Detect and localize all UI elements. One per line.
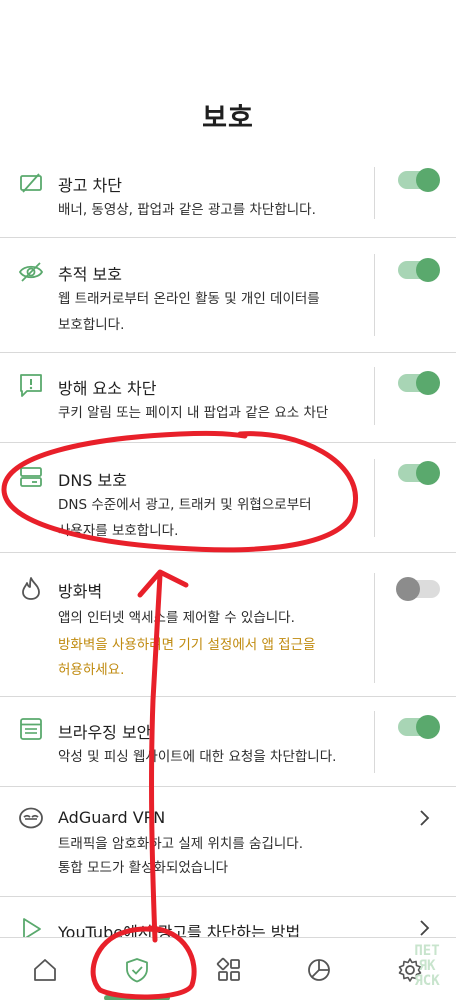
browsing-toggle[interactable] xyxy=(398,715,440,739)
firewall-title: 방화벽 xyxy=(58,582,103,601)
watermark-line1: ПЕТ xyxy=(414,943,440,959)
flame-icon xyxy=(18,575,44,601)
tracking-title: 추적 보호 xyxy=(58,265,122,284)
firewall-desc: 앱의 인터넷 액세스를 제어할 수 있습니다. xyxy=(58,610,295,626)
watermark-line3: ЯСК xyxy=(414,973,440,989)
annoyance-title: 방해 요소 차단 xyxy=(58,379,157,398)
divider xyxy=(374,711,375,773)
vpn-mask-icon xyxy=(18,805,44,831)
home-icon[interactable] xyxy=(31,956,59,984)
chevron-right-icon xyxy=(414,918,434,938)
dns-desc-line2: 사용자를 보호합니다. xyxy=(58,523,179,539)
ad-block-icon xyxy=(18,170,44,196)
firewall-warning-line2[interactable]: 허용하세요. xyxy=(58,657,124,683)
divider xyxy=(374,459,375,537)
watermark-logo: ПЕТ ЯК ЯСК xyxy=(400,944,454,998)
row-adguard-vpn[interactable]: AdGuard VPN 트래픽을 암호화하고 실제 위치를 숨깁니다. 통합 모… xyxy=(0,787,456,897)
watermark-line2: ЯК xyxy=(418,958,436,974)
chevron-right-icon xyxy=(414,808,434,828)
row-tracking[interactable]: 추적 보호 웹 트래커로부터 온라인 활동 및 개인 데이터를 보호합니다. xyxy=(0,238,456,353)
firewall-warning-line1[interactable]: 방화벽을 사용하려면 기기 설정에서 앱 접근을 xyxy=(58,632,315,658)
row-dns[interactable]: DNS 보호 DNS 수준에서 광고, 트래커 및 위협으로부터 사용자를 보호… xyxy=(0,443,456,553)
ad-block-title: 광고 차단 xyxy=(58,176,122,195)
pie-chart-icon[interactable] xyxy=(305,956,333,984)
page-title: 보호 xyxy=(202,103,254,134)
vpn-title: AdGuard VPN xyxy=(58,808,166,827)
dns-toggle[interactable] xyxy=(398,461,440,485)
row-browsing-security[interactable]: 브라우징 보안 악성 및 피싱 웹사이트에 대한 요청을 차단합니다. xyxy=(0,697,456,787)
row-ad-block[interactable]: 광고 차단 배너, 동영상, 팝업과 같은 광고를 차단합니다. xyxy=(0,155,456,238)
divider xyxy=(374,573,375,683)
tracking-toggle[interactable] xyxy=(398,258,440,282)
vpn-desc-line2: 통합 모드가 활성화되었습니다 xyxy=(58,860,229,876)
divider xyxy=(374,167,375,219)
ad-block-toggle[interactable] xyxy=(398,168,440,192)
ad-block-desc: 배너, 동영상, 팝업과 같은 광고를 차단합니다. xyxy=(58,202,316,218)
dns-desc-line1: DNS 수준에서 광고, 트래커 및 위협으로부터 xyxy=(58,497,312,513)
apps-grid-icon[interactable] xyxy=(215,956,243,984)
alert-message-icon xyxy=(18,372,44,398)
tracking-desc-line1: 웹 트래커로부터 온라인 활동 및 개인 데이터를 xyxy=(58,291,320,307)
browser-icon xyxy=(18,716,44,742)
browsing-desc: 악성 및 피싱 웹사이트에 대한 요청을 차단합니다. xyxy=(58,749,337,765)
dns-title: DNS 보호 xyxy=(58,471,127,490)
row-firewall[interactable]: 방화벽 앱의 인터넷 액세스를 제어할 수 있습니다. 방화벽을 사용하려면 기… xyxy=(0,553,456,697)
vpn-desc-line1: 트래픽을 암호화하고 실제 위치를 숨깁니다. xyxy=(58,836,304,852)
browsing-title: 브라우징 보안 xyxy=(58,723,152,742)
divider xyxy=(374,367,375,425)
bottom-nav xyxy=(0,937,456,1000)
annoyance-toggle[interactable] xyxy=(398,371,440,395)
tracking-desc-line2: 보호합니다. xyxy=(58,317,125,333)
annoyance-desc: 쿠키 알림 또는 페이지 내 팝업과 같은 요소 차단 xyxy=(58,405,329,421)
firewall-toggle[interactable] xyxy=(396,577,440,601)
active-tab-indicator xyxy=(104,995,170,1000)
row-annoyance[interactable]: 방해 요소 차단 쿠키 알림 또는 페이지 내 팝업과 같은 요소 차단 xyxy=(0,353,456,443)
divider xyxy=(374,254,375,336)
shield-check-icon[interactable] xyxy=(123,956,151,984)
eye-off-icon xyxy=(18,259,44,285)
server-icon xyxy=(18,464,44,490)
